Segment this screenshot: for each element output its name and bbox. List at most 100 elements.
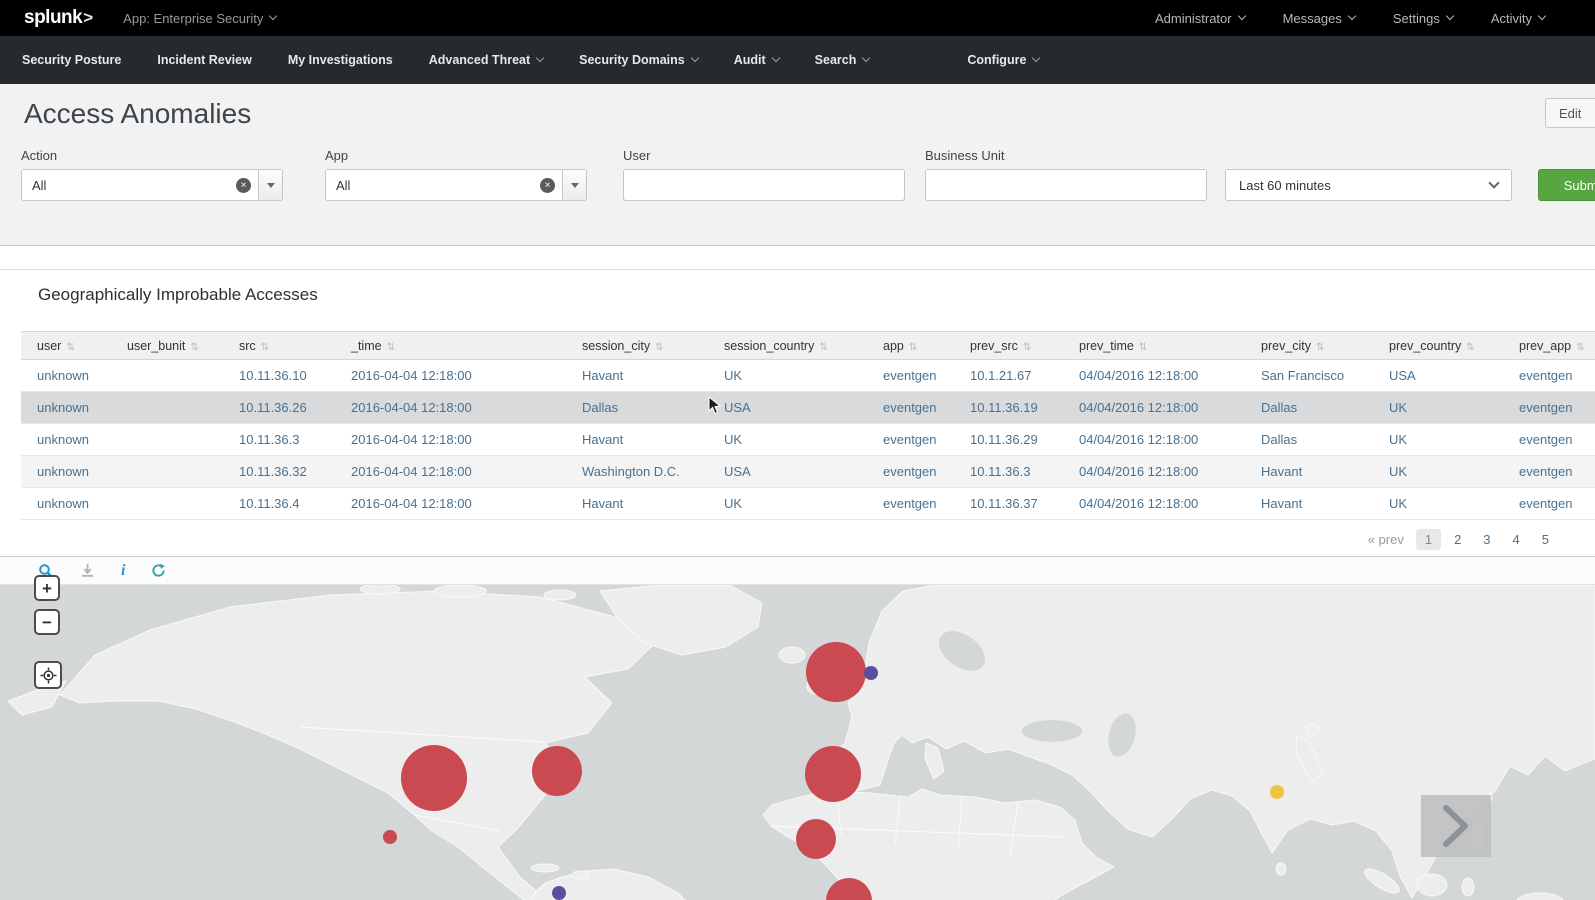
table-cell[interactable]: 10.11.36.3	[954, 455, 1063, 488]
table-cell[interactable]: unknown	[21, 359, 111, 392]
topbar-menu-settings[interactable]: Settings	[1393, 11, 1455, 26]
prev-page-button[interactable]: « prev	[1368, 532, 1404, 547]
table-cell[interactable]: 10.1.21.67	[954, 359, 1063, 392]
dropdown-caret-button[interactable]	[258, 170, 282, 200]
column-header-prev-city[interactable]: prev_city ⇅	[1245, 331, 1373, 360]
table-cell[interactable]: unknown	[21, 487, 111, 520]
column-header-time[interactable]: _time ⇅	[335, 331, 566, 360]
table-cell[interactable]: unknown	[21, 455, 111, 488]
table-cell[interactable]: UK	[1373, 487, 1503, 520]
nav-item-advanced-threat[interactable]: Advanced Threat	[411, 36, 561, 84]
topbar-menu-administrator[interactable]: Administrator	[1155, 11, 1246, 26]
nav-item-security-domains[interactable]: Security Domains	[561, 36, 716, 84]
table-cell[interactable]: UK	[708, 487, 867, 520]
table-cell[interactable]: 04/04/2016 12:18:00	[1063, 359, 1245, 392]
clear-icon[interactable]: ×	[540, 177, 555, 193]
map-bubble[interactable]	[796, 819, 836, 859]
app-dropdown[interactable]: All ×	[325, 169, 587, 201]
table-cell[interactable]: eventgen	[867, 391, 954, 424]
column-header-prev-app[interactable]: prev_app ⇅	[1503, 331, 1595, 360]
map-bubble[interactable]	[383, 830, 397, 844]
table-cell[interactable]: 04/04/2016 12:18:00	[1063, 455, 1245, 488]
table-cell[interactable]: Washington D.C.	[566, 455, 708, 488]
table-cell[interactable]: eventgen	[1503, 359, 1595, 392]
table-cell[interactable]: unknown	[21, 423, 111, 456]
table-cell[interactable]: eventgen	[867, 359, 954, 392]
table-cell[interactable]: 10.11.36.3	[223, 423, 335, 456]
table-cell[interactable]: eventgen	[1503, 391, 1595, 424]
column-header-app[interactable]: app ⇅	[867, 331, 954, 360]
map-next-button[interactable]	[1421, 795, 1491, 857]
table-cell[interactable]: eventgen	[867, 487, 954, 520]
column-header-prev-country[interactable]: prev_country ⇅	[1373, 331, 1503, 360]
table-cell[interactable]: Havant	[1245, 487, 1373, 520]
table-cell[interactable]: eventgen	[1503, 423, 1595, 456]
info-icon[interactable]: i	[121, 561, 125, 581]
clear-icon[interactable]: ×	[236, 177, 251, 193]
table-cell[interactable]: 2016-04-04 12:18:00	[335, 359, 566, 392]
map-bubble[interactable]	[532, 746, 582, 796]
table-cell[interactable]: unknown	[21, 391, 111, 424]
edit-button[interactable]: Edit	[1545, 98, 1595, 128]
table-cell[interactable]: 10.11.36.29	[954, 423, 1063, 456]
table-cell[interactable]: 10.11.36.32	[223, 455, 335, 488]
table-cell[interactable]: 10.11.36.26	[223, 391, 335, 424]
nav-item-audit[interactable]: Audit	[716, 36, 797, 84]
column-header-src[interactable]: src ⇅	[223, 331, 335, 360]
world-map[interactable]	[0, 585, 1595, 900]
page-button-3[interactable]: 3	[1474, 529, 1499, 550]
table-cell[interactable]: USA	[1373, 359, 1503, 392]
column-header-session-city[interactable]: session_city ⇅	[566, 331, 708, 360]
nav-item-incident-review[interactable]: Incident Review	[139, 36, 269, 84]
table-cell[interactable]: 10.11.36.4	[223, 487, 335, 520]
table-cell[interactable]: eventgen	[1503, 455, 1595, 488]
page-button-1[interactable]: 1	[1415, 529, 1442, 550]
topbar-menu-activity[interactable]: Activity	[1491, 11, 1547, 26]
business-unit-input[interactable]	[925, 169, 1207, 201]
table-cell[interactable]: UK	[708, 359, 867, 392]
table-cell[interactable]: eventgen	[1503, 487, 1595, 520]
map-bubble[interactable]	[806, 642, 866, 702]
download-icon[interactable]	[80, 561, 95, 581]
dropdown-caret-button[interactable]	[562, 170, 586, 200]
table-cell[interactable]: UK	[708, 423, 867, 456]
table-cell[interactable]: Havant	[566, 487, 708, 520]
time-range-picker[interactable]: Last 60 minutes	[1225, 169, 1512, 201]
table-cell[interactable]: 2016-04-04 12:18:00	[335, 487, 566, 520]
page-button-2[interactable]: 2	[1445, 529, 1470, 550]
nav-item-configure[interactable]: Configure	[949, 36, 1057, 84]
table-cell[interactable]: San Francisco	[1245, 359, 1373, 392]
table-cell[interactable]: 10.11.36.19	[954, 391, 1063, 424]
column-header-user[interactable]: user ⇅	[21, 331, 111, 360]
map-bubble[interactable]	[401, 745, 467, 811]
table-cell[interactable]: 2016-04-04 12:18:00	[335, 455, 566, 488]
map-bubble[interactable]	[552, 886, 566, 900]
splunk-logo[interactable]: splunk >	[24, 7, 93, 29]
table-cell[interactable]: UK	[1373, 423, 1503, 456]
nav-item-security-posture[interactable]: Security Posture	[4, 36, 139, 84]
zoom-in-button[interactable]: +	[34, 575, 60, 601]
nav-item-my-investigations[interactable]: My Investigations	[270, 36, 411, 84]
table-cell[interactable]: Havant	[566, 423, 708, 456]
table-cell[interactable]: Havant	[566, 359, 708, 392]
column-header-prev-time[interactable]: prev_time ⇅	[1063, 331, 1245, 360]
app-context-menu[interactable]: App: Enterprise Security	[123, 11, 278, 26]
topbar-menu-messages[interactable]: Messages	[1283, 11, 1357, 26]
user-input[interactable]	[623, 169, 905, 201]
table-cell[interactable]: UK	[1373, 391, 1503, 424]
refresh-icon[interactable]	[151, 561, 166, 581]
map-bubble[interactable]	[864, 666, 878, 680]
table-cell[interactable]: Dallas	[1245, 423, 1373, 456]
nav-item-search[interactable]: Search	[797, 36, 888, 84]
table-cell[interactable]: Dallas	[1245, 391, 1373, 424]
table-cell[interactable]: 2016-04-04 12:18:00	[335, 391, 566, 424]
column-header-session-country[interactable]: session_country ⇅	[708, 331, 867, 360]
table-cell[interactable]: 04/04/2016 12:18:00	[1063, 487, 1245, 520]
table-cell[interactable]: Dallas	[566, 391, 708, 424]
locate-button[interactable]	[34, 661, 62, 689]
zoom-out-button[interactable]: −	[34, 609, 60, 635]
submit-button[interactable]: Submit	[1538, 169, 1595, 201]
table-cell[interactable]: USA	[708, 391, 867, 424]
table-cell[interactable]: Havant	[1245, 455, 1373, 488]
table-cell[interactable]: 2016-04-04 12:18:00	[335, 423, 566, 456]
